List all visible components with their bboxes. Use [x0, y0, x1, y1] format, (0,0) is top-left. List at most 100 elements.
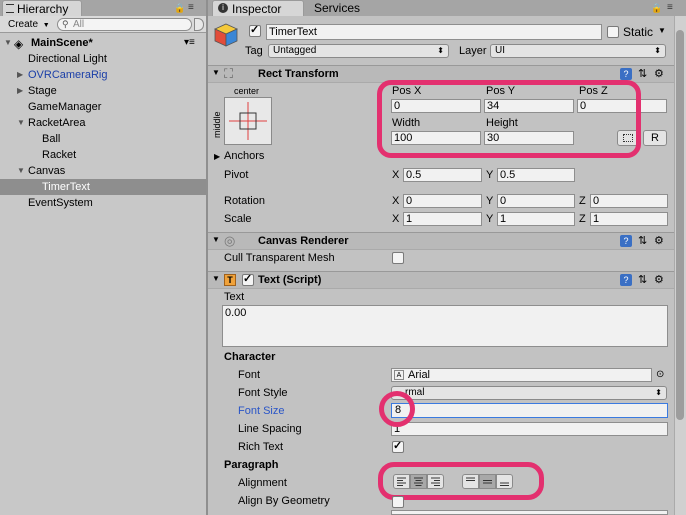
anchor-presets-button[interactable]: [224, 97, 272, 145]
font-style-dropdown[interactable]: rmal ⬍: [391, 386, 667, 400]
info-icon: i: [218, 3, 228, 13]
collapsed-arrow-icon[interactable]: ▶: [17, 67, 23, 83]
updown-arrow-icon: ⬍: [654, 46, 661, 55]
hierarchy-item-timertext[interactable]: TimerText: [0, 179, 206, 195]
scale-y-field[interactable]: 1: [497, 212, 575, 226]
foldout-arrow-icon[interactable]: ▼: [212, 68, 220, 77]
tag-dropdown[interactable]: Untagged ⬍: [268, 44, 449, 58]
hierarchy-item-racketarea[interactable]: ▼ RacketArea: [0, 115, 206, 131]
hierarchy-item-label: Canvas: [28, 165, 66, 177]
lock-icon[interactable]: 🔒: [174, 3, 185, 14]
search-input[interactable]: ⚲ All: [57, 18, 192, 31]
text-script-header[interactable]: ▼ T ✓ Text (Script) ? ⇅ ⚙: [208, 271, 674, 289]
font-value: Arial: [408, 369, 431, 381]
tab-services[interactable]: Services: [314, 1, 360, 15]
active-checkbox[interactable]: ✓: [249, 24, 261, 37]
rich-text-label: Rich Text: [238, 441, 284, 453]
hierarchy-item-eventsystem[interactable]: EventSystem: [0, 195, 206, 211]
foldout-arrow-icon[interactable]: ▼: [212, 235, 220, 244]
hierarchy-item-label: Racket: [42, 149, 77, 161]
help-icon[interactable]: ?: [620, 274, 632, 286]
collapsed-arrow-icon[interactable]: ▶: [17, 83, 23, 99]
canvas-renderer-header[interactable]: ▼ ◎ Canvas Renderer ? ⇅ ⚙: [208, 232, 674, 250]
rect-transform-title: Rect Transform: [258, 68, 339, 80]
tab-inspector[interactable]: i Inspector: [212, 0, 304, 16]
create-button[interactable]: Create ▼: [2, 18, 52, 32]
hierarchy-item-gamemanager[interactable]: GameManager: [0, 99, 206, 115]
rotation-y-field[interactable]: 0: [497, 194, 575, 208]
expand-arrow-icon[interactable]: ▼: [4, 35, 12, 51]
rotation-z-field[interactable]: 0: [590, 194, 668, 208]
y-label: Y: [486, 195, 494, 207]
anchor-h-label: center: [234, 86, 260, 96]
static-dropdown-icon[interactable]: ▼: [658, 26, 666, 35]
hierarchy-item-directional-light[interactable]: Directional Light: [0, 51, 206, 67]
hierarchy-item-ovrcamerarig[interactable]: ▶ OVRCameraRig: [0, 67, 206, 83]
hierarchy-item-ball[interactable]: Ball: [0, 131, 206, 147]
align-by-geometry-checkbox[interactable]: [392, 496, 404, 508]
text-area[interactable]: 0.00: [222, 305, 668, 347]
lock-icon[interactable]: 🔒: [651, 3, 662, 14]
preset-icon[interactable]: ⇅: [638, 234, 647, 247]
preset-icon[interactable]: ⇅: [638, 67, 647, 80]
scrollbar-thumb[interactable]: [676, 30, 684, 420]
gear-icon[interactable]: ⚙: [654, 234, 664, 247]
scene-row[interactable]: ▼ ◈ MainScene* ▾≡: [0, 35, 206, 51]
help-icon[interactable]: ?: [620, 235, 632, 247]
gear-icon[interactable]: ⚙: [654, 273, 664, 286]
hierarchy-item-racket[interactable]: Racket: [0, 147, 206, 163]
hierarchy-item-stage[interactable]: ▶ Stage: [0, 83, 206, 99]
expand-arrow-icon[interactable]: ▼: [17, 163, 25, 179]
rich-text-checkbox[interactable]: ✓: [392, 440, 404, 453]
x-label: X: [392, 195, 400, 207]
menu-icon[interactable]: ≡: [667, 2, 673, 13]
layer-label: Layer: [459, 45, 487, 57]
tab-hierarchy[interactable]: Hierarchy: [2, 0, 82, 16]
hierarchy-item-label: Directional Light: [28, 53, 107, 65]
text-label: Text: [224, 291, 245, 303]
paragraph-heading: Paragraph: [224, 459, 279, 471]
next-field-partial[interactable]: [391, 510, 668, 515]
line-spacing-field[interactable]: 1: [391, 422, 668, 436]
layer-dropdown[interactable]: UI ⬍: [490, 44, 666, 58]
pivot-label: Pivot: [224, 169, 249, 181]
foldout-arrow-icon[interactable]: ▶: [214, 152, 220, 161]
cull-checkbox[interactable]: [392, 252, 404, 264]
scale-z-field[interactable]: 1: [590, 212, 668, 226]
canvas-renderer-icon: ◎: [224, 233, 236, 248]
line-spacing-label: Line Spacing: [238, 423, 302, 435]
static-label: Static: [623, 25, 654, 39]
object-name-input[interactable]: TimerText: [266, 24, 602, 40]
menu-icon[interactable]: ≡: [188, 2, 194, 13]
scale-x-field[interactable]: 1: [403, 212, 482, 226]
static-checkbox[interactable]: [607, 26, 619, 38]
raw-edit-button[interactable]: R: [643, 130, 667, 146]
pivot-y-field[interactable]: 0.5: [497, 168, 575, 182]
scale-label: Scale: [224, 213, 252, 225]
rect-transform-icon: ⛶: [224, 66, 234, 81]
pivot-x-field[interactable]: 0.5: [403, 168, 482, 182]
expand-arrow-icon[interactable]: ▼: [17, 115, 25, 131]
gear-icon[interactable]: ⚙: [654, 67, 664, 80]
help-icon[interactable]: ?: [620, 68, 632, 80]
preset-icon[interactable]: ⇅: [638, 273, 647, 286]
checkmark-icon: ✓: [250, 24, 260, 36]
character-heading: Character: [224, 351, 276, 363]
y-label: Y: [486, 169, 494, 181]
rotation-x-field[interactable]: 0: [403, 194, 482, 208]
foldout-arrow-icon[interactable]: ▼: [212, 274, 220, 283]
cull-label: Cull Transparent Mesh: [224, 252, 335, 264]
hierarchy-item-label: EventSystem: [28, 197, 93, 209]
font-field[interactable]: A Arial: [391, 368, 652, 382]
font-size-label: Font Size: [238, 405, 285, 417]
scene-menu-icon[interactable]: ▾≡: [184, 35, 195, 51]
font-size-field[interactable]: 8: [391, 403, 668, 418]
enabled-checkbox[interactable]: ✓: [242, 273, 254, 286]
hierarchy-item-canvas[interactable]: ▼ Canvas: [0, 163, 206, 179]
hierarchy-tab-label: Hierarchy: [17, 2, 69, 16]
updown-arrow-icon: ⬍: [655, 388, 662, 397]
object-picker-icon[interactable]: ⊙: [656, 369, 664, 380]
tab-inspector-label: Inspector: [232, 2, 282, 16]
checkmark-icon: ✓: [243, 273, 253, 285]
anchors-label[interactable]: Anchors: [224, 150, 264, 162]
